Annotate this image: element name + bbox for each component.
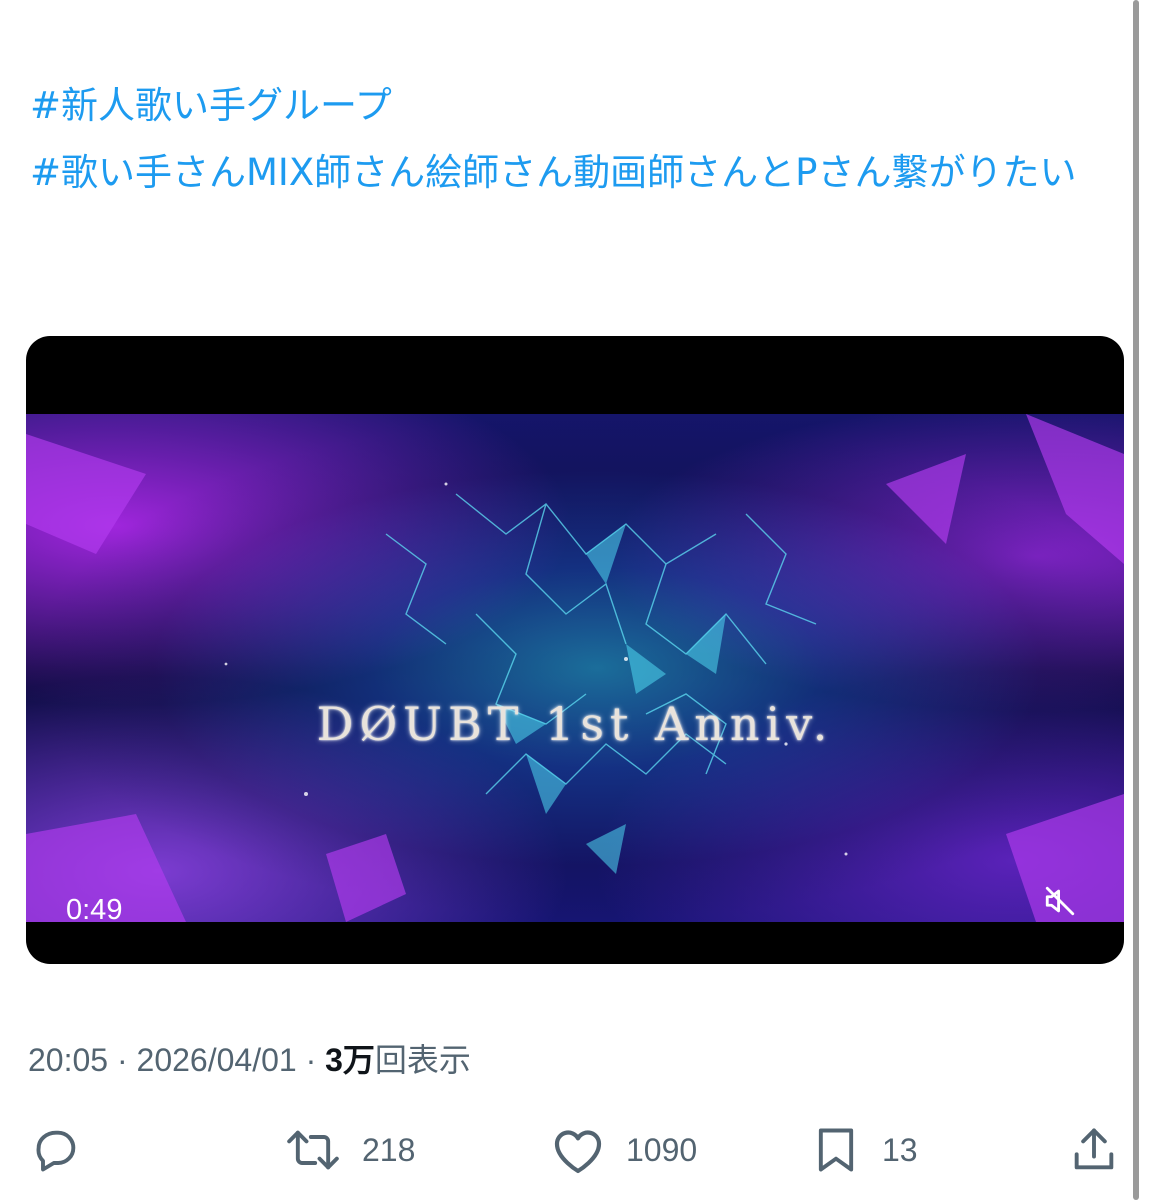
retweet-icon xyxy=(287,1130,339,1170)
mute-icon[interactable] xyxy=(1043,884,1077,918)
video-frame: DØUBT 1st Anniv. xyxy=(26,414,1124,922)
video-title-overlay: DØUBT 1st Anniv. xyxy=(316,697,834,751)
action-bar: 218 1090 13 xyxy=(0,1120,1151,1180)
retweet-button[interactable]: 218 xyxy=(284,1120,415,1180)
share-icon xyxy=(1074,1128,1114,1170)
plexus-graphic xyxy=(26,414,1124,922)
video-player[interactable]: DØUBT 1st Anniv. 0:49 xyxy=(26,336,1124,964)
heart-icon xyxy=(554,1130,602,1174)
hashtag-link[interactable]: #新人歌い手グループ xyxy=(30,72,1120,139)
tweet-time[interactable]: 20:05 xyxy=(28,1042,108,1078)
reply-icon xyxy=(36,1130,76,1172)
scrollbar[interactable] xyxy=(1133,0,1139,1200)
retweet-count: 218 xyxy=(362,1131,416,1168)
views-label: 回表示 xyxy=(374,1042,471,1078)
separator: · xyxy=(108,1042,137,1078)
bookmark-button[interactable]: 13 xyxy=(810,1120,918,1180)
like-button[interactable]: 1090 xyxy=(550,1120,697,1180)
reply-button[interactable] xyxy=(30,1120,82,1180)
hashtag-link[interactable]: #歌い手さんMIX師さん絵師さん動画師さんとPさん繋がりたい xyxy=(30,139,1120,206)
share-button[interactable] xyxy=(1068,1120,1120,1180)
views-count: 3万 xyxy=(325,1042,375,1078)
separator: · xyxy=(296,1042,326,1078)
bookmark-icon xyxy=(818,1128,854,1172)
tweet-text: #新人歌い手グループ #歌い手さんMIX師さん絵師さん動画師さんとPさん繋がりた… xyxy=(30,72,1120,206)
tweet-date[interactable]: 2026/04/01 xyxy=(137,1042,297,1078)
like-count: 1090 xyxy=(626,1131,698,1168)
tweet-meta: 20:05 · 2026/04/01 · 3万回表示 xyxy=(28,1035,471,1081)
video-duration: 0:49 xyxy=(66,894,123,926)
bookmark-count: 13 xyxy=(882,1131,918,1168)
